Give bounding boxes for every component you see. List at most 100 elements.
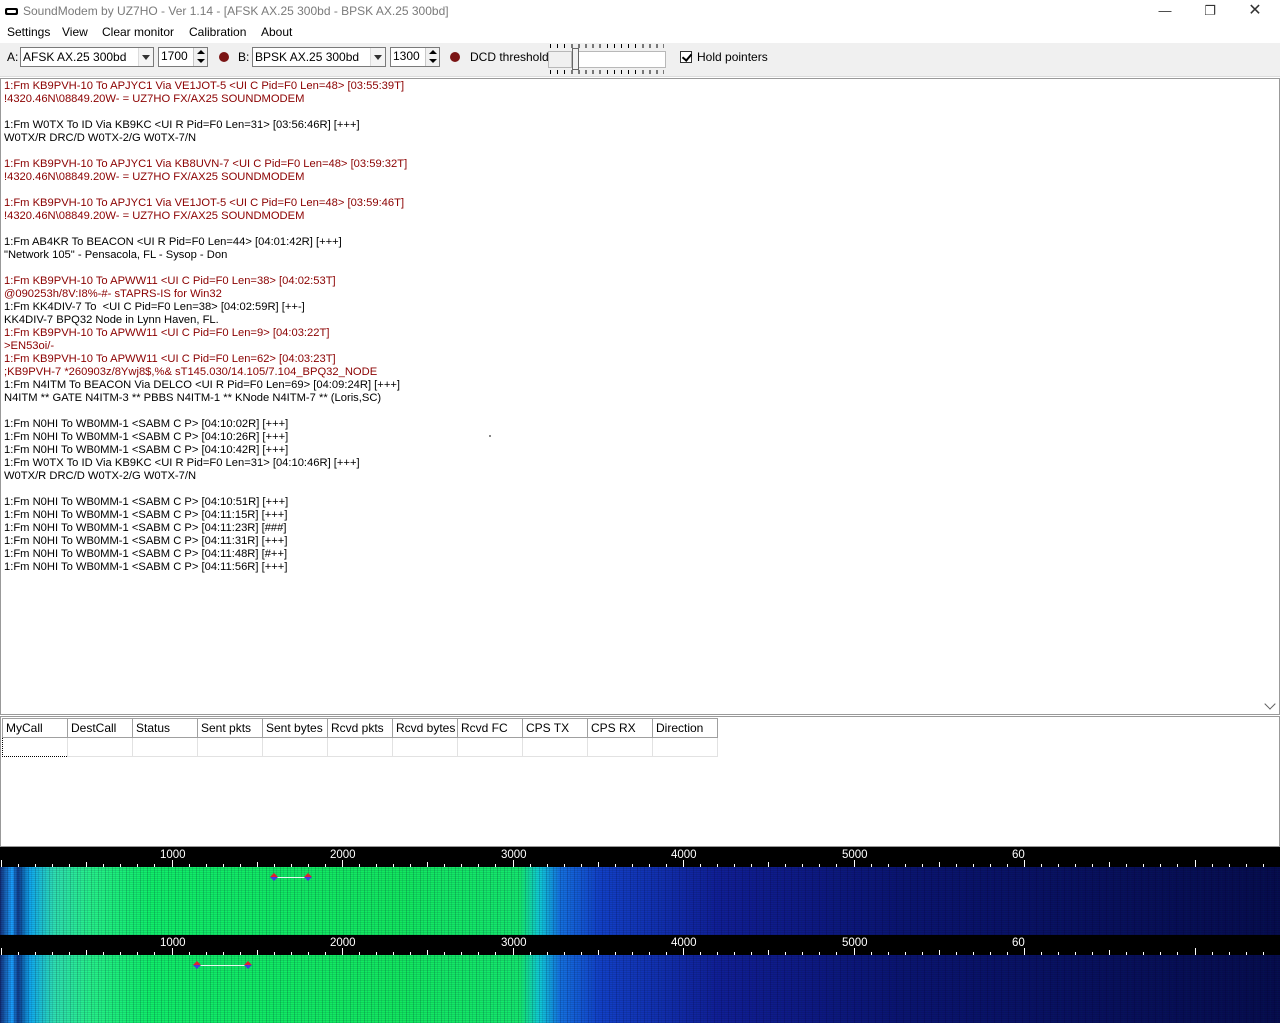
menu-about[interactable]: About xyxy=(261,25,292,39)
hold-pointers-checkbox[interactable] xyxy=(680,51,692,63)
column-header-rcvd-pkts[interactable]: Rcvd pkts xyxy=(327,718,393,738)
menu-clear-monitor[interactable]: Clear monitor xyxy=(102,25,174,39)
scale-tick xyxy=(1,948,2,955)
table-cell[interactable] xyxy=(262,737,328,757)
connections-panel: MyCall DestCall Status Sent pkts Sent bytes R… xyxy=(0,716,1280,847)
monitor-line: 1:Fm N0HI To WB0MM-1 <SABM C P> [04:11:5… xyxy=(4,561,288,573)
channel-b-freq-value: 1300 xyxy=(393,49,420,63)
scroll-down-icon[interactable] xyxy=(1264,698,1276,710)
slider-thumb[interactable] xyxy=(572,48,579,70)
table-cell[interactable] xyxy=(652,737,718,757)
monitor-line: 1:Fm N0HI To WB0MM-1 <SABM C P> [04:11:2… xyxy=(4,522,287,534)
scale-label: 4000 xyxy=(671,937,697,949)
spin-arrows-icon[interactable] xyxy=(193,48,207,66)
pointer-diamond xyxy=(304,873,312,881)
channel-b-freq-spinner[interactable]: 1300 xyxy=(390,47,440,67)
scale-tick xyxy=(342,948,343,955)
monitor-line: 1:Fm N0HI To WB0MM-1 <SABM C P> [04:11:4… xyxy=(4,548,288,560)
monitor-line: ;KB9PVH-7 *260903z/8Ywj8$,%& sT145.030/1… xyxy=(4,366,378,378)
monitor-line: W0TX/R DRC/D W0TX-2/G W0TX-7/N xyxy=(4,132,197,144)
slider-fill xyxy=(548,51,572,68)
scale-label: 3000 xyxy=(501,937,527,949)
channel-a-freq-value: 1700 xyxy=(161,49,188,63)
scale-tick xyxy=(342,860,343,867)
channel-a-freq-spinner[interactable]: 1700 xyxy=(158,47,208,67)
waterfall-b[interactable] xyxy=(0,955,1280,1023)
scale-tick xyxy=(513,860,514,867)
table-row[interactable] xyxy=(2,737,718,757)
monitor-line: 1:Fm KK4DIV-7 To <UI C Pid=F0 Len=38> [0… xyxy=(4,301,305,313)
channel-b-mode-value: BPSK AX.25 300bd xyxy=(255,50,360,64)
chevron-down-icon[interactable] xyxy=(138,48,153,66)
column-header-sent-pkts[interactable]: Sent pkts xyxy=(197,718,263,738)
table-cell[interactable] xyxy=(197,737,263,757)
maximize-button[interactable]: ❐ xyxy=(1187,0,1233,23)
monitor-scrollbar[interactable] xyxy=(1262,79,1279,714)
waterfall-a[interactable] xyxy=(0,867,1280,935)
monitor-line: !4320.46N\08849.20W- = UZ7HO FX/AX25 SOU… xyxy=(4,171,305,183)
monitor-line xyxy=(4,483,1259,496)
column-header-mycall[interactable]: MyCall xyxy=(2,718,68,738)
scale-tick xyxy=(683,860,684,867)
monitor-line: 1:Fm N0HI To WB0MM-1 <SABM C P> [04:10:2… xyxy=(4,431,289,443)
scale-tick xyxy=(1024,948,1025,955)
monitor-line xyxy=(4,106,1259,119)
channel-a-led-icon xyxy=(219,52,229,62)
table-cell[interactable] xyxy=(67,737,133,757)
channel-band xyxy=(274,877,308,878)
scale-label: 60 xyxy=(1012,849,1025,861)
monitor-line: 1:Fm AB4KR To BEACON <UI R Pid=F0 Len=44… xyxy=(4,236,342,248)
column-header-rcvd-fc[interactable]: Rcvd FC xyxy=(457,718,523,738)
monitor-line: !4320.46N\08849.20W- = UZ7HO FX/AX25 SOU… xyxy=(4,210,305,222)
monitor-line: 1:Fm KB9PVH-10 To APWW11 <UI C Pid=F0 Le… xyxy=(4,275,336,287)
toolbar: A: AFSK AX.25 300bd 1700 B: BPSK AX.25 3… xyxy=(0,43,1280,77)
monitor-line: 1:Fm N0HI To WB0MM-1 <SABM C P> [04:10:4… xyxy=(4,444,289,456)
table-cell[interactable] xyxy=(132,737,198,757)
channel-a-mode-select[interactable]: AFSK AX.25 300bd xyxy=(20,47,154,67)
column-header-rcvd-bytes[interactable]: Rcvd bytes xyxy=(392,718,458,738)
close-button[interactable]: ✕ xyxy=(1232,0,1278,23)
channel-band xyxy=(197,965,248,966)
column-header-cps-rx[interactable]: CPS RX xyxy=(587,718,653,738)
channel-b-mode-select[interactable]: BPSK AX.25 300bd xyxy=(252,47,386,67)
chevron-down-icon[interactable] xyxy=(370,48,385,66)
scale-label: 1000 xyxy=(160,937,186,949)
scale-label: 3000 xyxy=(501,849,527,861)
scale-tick xyxy=(1195,860,1196,867)
dcd-threshold-label: DCD threshold xyxy=(470,50,549,64)
table-cell[interactable] xyxy=(2,737,68,757)
window-title: SoundModem by UZ7HO - Ver 1.14 - [AFSK A… xyxy=(23,4,449,18)
column-header-direction[interactable]: Direction xyxy=(652,718,718,738)
column-header-status[interactable]: Status xyxy=(132,718,198,738)
spin-arrows-icon[interactable] xyxy=(425,48,439,66)
column-header-cps-tx[interactable]: CPS TX xyxy=(522,718,588,738)
scale-label: 5000 xyxy=(842,849,868,861)
table-cell[interactable] xyxy=(587,737,653,757)
scale-label: 2000 xyxy=(330,849,356,861)
monitor-line: 1:Fm W0TX To ID Via KB9KC <UI R Pid=F0 L… xyxy=(4,119,360,131)
monitor-line: "Network 105" - Pensacola, FL - Sysop - … xyxy=(4,249,228,261)
column-header-destcall[interactable]: DestCall xyxy=(67,718,133,738)
column-header-sent-bytes[interactable]: Sent bytes xyxy=(262,718,328,738)
minimize-button[interactable]: — xyxy=(1142,0,1188,23)
menu-settings[interactable]: Settings xyxy=(7,25,50,39)
table-cell[interactable] xyxy=(457,737,523,757)
scale-tick xyxy=(172,948,173,955)
app-icon xyxy=(5,8,18,15)
monitor-line xyxy=(4,145,1259,158)
pointer-diamond xyxy=(193,961,201,969)
scale-label: 1000 xyxy=(160,849,186,861)
table-cell[interactable] xyxy=(392,737,458,757)
scale-tick xyxy=(513,948,514,955)
channel-a-label: A: xyxy=(7,50,19,64)
scale-tick xyxy=(683,948,684,955)
menu-view[interactable]: View xyxy=(62,25,88,39)
table-cell[interactable] xyxy=(327,737,393,757)
monitor-text-area[interactable]: 1:Fm KB9PVH-10 To APJYC1 Via VE1JOT-5 <U… xyxy=(0,78,1280,715)
monitor-line: !4320.46N\08849.20W- = UZ7HO FX/AX25 SOU… xyxy=(4,93,305,105)
table-cell[interactable] xyxy=(522,737,588,757)
dcd-threshold-slider[interactable] xyxy=(548,43,666,75)
menu-calibration[interactable]: Calibration xyxy=(189,25,246,39)
monitor-line: 1:Fm N0HI To WB0MM-1 <SABM C P> [04:11:3… xyxy=(4,535,288,547)
monitor-line: 1:Fm N0HI To WB0MM-1 <SABM C P> [04:10:5… xyxy=(4,496,289,508)
